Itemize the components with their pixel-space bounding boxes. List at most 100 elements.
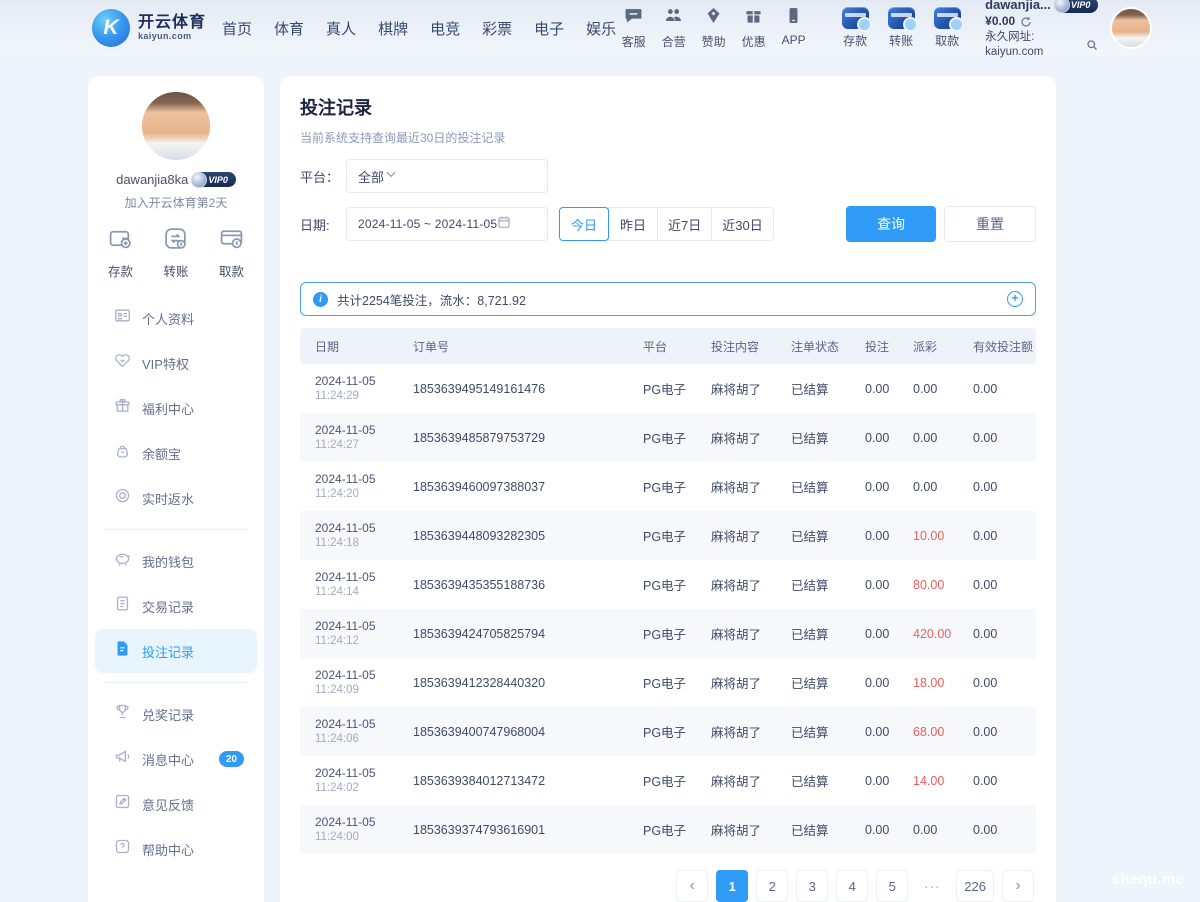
promotions-button[interactable]: 优惠	[736, 6, 771, 50]
platform-filter-row: 平台： 全部	[300, 159, 1036, 193]
prev-page-button[interactable]: ‹	[676, 870, 708, 902]
profile-avatar[interactable]	[140, 90, 212, 162]
table-row[interactable]: 2024-11-05 11:24:06 1853639400747968004 …	[300, 707, 1036, 756]
cell-status: 已结算	[783, 364, 857, 413]
nav-item[interactable]: 体育	[274, 18, 304, 39]
sidebar-item-feedback[interactable]: 意见反馈	[95, 782, 257, 826]
page-title: 投注记录	[300, 94, 1036, 120]
brand-domain: kaiyun.com	[138, 32, 206, 42]
partner-button[interactable]: 合营	[656, 6, 691, 50]
sidebar-item-yuebao[interactable]: 余额宝	[95, 431, 257, 475]
menu-divider	[104, 682, 248, 683]
cell-payout: 68.00	[905, 707, 965, 756]
transfer-button[interactable]: 转账	[883, 7, 919, 49]
cell-bet-amount: 0.00	[857, 560, 905, 609]
nav-item[interactable]: 娱乐	[586, 18, 616, 39]
cell-order-number: 1853639448093282305	[405, 511, 635, 560]
table-row[interactable]: 2024-11-05 11:24:14 1853639435355188736 …	[300, 560, 1036, 609]
sidebar-item-help[interactable]: 帮助中心	[95, 827, 257, 871]
username[interactable]: dawanjia...	[985, 0, 1051, 13]
sidebar-item-bets[interactable]: 投注记录	[95, 629, 257, 673]
cell-bet-amount: 0.00	[857, 756, 905, 805]
avatar[interactable]	[1110, 7, 1152, 49]
nav-item[interactable]: 真人	[326, 18, 356, 39]
nav-item[interactable]: 电竞	[430, 18, 460, 39]
withdraw-button[interactable]: 取款	[929, 7, 965, 49]
table-row[interactable]: 2024-11-05 11:24:12 1853639424705825794 …	[300, 609, 1036, 658]
sidebar-item-vip[interactable]: VIP特权	[95, 341, 257, 385]
sidebar-item-wallet[interactable]: 我的钱包	[95, 539, 257, 583]
cell-order-number: 1853639374793616901	[405, 805, 635, 854]
sidebar-item-profile[interactable]: 个人资料	[95, 296, 257, 340]
nav-item[interactable]: 棋牌	[378, 18, 408, 39]
quick-range-button[interactable]: 今日	[559, 207, 609, 241]
calendar-icon	[497, 215, 511, 234]
cell-bet-amount: 0.00	[857, 462, 905, 511]
next-page-button[interactable]: ›	[1002, 870, 1034, 902]
quick-range-button[interactable]: 近7日	[657, 207, 712, 241]
cell-valid-amount: 0.00	[965, 805, 1036, 854]
nav-item[interactable]: 首页	[222, 18, 252, 39]
cell-status: 已结算	[783, 805, 857, 854]
cell-payout: 18.00	[905, 658, 965, 707]
sidebar-withdraw-button[interactable]: 取款	[219, 226, 244, 280]
quick-range-button[interactable]: 昨日	[608, 207, 658, 241]
cell-order-number: 1853639435355188736	[405, 560, 635, 609]
header-quick-links: 客服 合营 赞助 优惠 APP	[616, 6, 811, 50]
sidebar-item-transactions[interactable]: 交易记录	[95, 584, 257, 628]
cell-bet-amount: 0.00	[857, 658, 905, 707]
refresh-balance-icon[interactable]	[1020, 16, 1032, 28]
table-row[interactable]: 2024-11-05 11:24:20 1853639460097388037 …	[300, 462, 1036, 511]
date-range-input[interactable]: 2024-11-05 ~ 2024-11-05	[346, 207, 548, 241]
app-download-button[interactable]: APP	[776, 6, 811, 50]
quick-range-button[interactable]: 近30日	[711, 207, 773, 241]
page-number-button[interactable]: 1	[716, 870, 748, 902]
cell-status: 已结算	[783, 658, 857, 707]
cell-bet-content: 麻将胡了	[703, 560, 783, 609]
search-icon[interactable]	[1086, 39, 1098, 51]
table-row[interactable]: 2024-11-05 11:24:27 1853639485879753729 …	[300, 413, 1036, 462]
nav-item[interactable]: 电子	[534, 18, 564, 39]
page-number-button[interactable]: 2	[756, 870, 788, 902]
page-number-button[interactable]: ···	[916, 870, 948, 902]
expand-plus-icon[interactable]: +	[1007, 291, 1023, 307]
cell-order-number: 1853639384012713472	[405, 756, 635, 805]
cell-status: 已结算	[783, 609, 857, 658]
sidebar-item-messages[interactable]: 消息中心 20	[95, 737, 257, 781]
col-valid: 有效投注额	[965, 328, 1036, 364]
cell-order-number: 1853639400747968004	[405, 707, 635, 756]
sidebar-item-prizes[interactable]: 兑奖记录	[95, 692, 257, 736]
reset-button[interactable]: 重置	[944, 206, 1036, 242]
sidebar-transfer-button[interactable]: 转账	[163, 226, 188, 280]
sidebar-deposit-button[interactable]: 存款	[108, 226, 133, 280]
chat-icon	[624, 6, 643, 30]
table-row[interactable]: 2024-11-05 11:24:29 1853639495149161476 …	[300, 364, 1036, 413]
page-number-button[interactable]: 4	[836, 870, 868, 902]
table-row[interactable]: 2024-11-05 11:24:09 1853639412328440320 …	[300, 658, 1036, 707]
table-row[interactable]: 2024-11-05 11:24:00 1853639374793616901 …	[300, 805, 1036, 854]
page-number-button[interactable]: 5	[876, 870, 908, 902]
col-order: 订单号	[405, 328, 635, 364]
sidebar-item-rebate[interactable]: 实时返水	[95, 476, 257, 520]
chevron-down-icon	[384, 167, 398, 186]
table-row[interactable]: 2024-11-05 11:24:18 1853639448093282305 …	[300, 511, 1036, 560]
search-button[interactable]: 查询	[846, 206, 936, 242]
deposit-wallet-icon	[108, 226, 133, 256]
user-info: dawanjia... VIP0 ¥0.00 永久网址: kaiyun.com	[985, 0, 1098, 59]
col-date: 日期	[300, 328, 405, 364]
page-number-button[interactable]: 226	[956, 870, 994, 902]
cell-datetime: 2024-11-05 11:24:29	[300, 364, 405, 413]
customer-service-button[interactable]: 客服	[616, 6, 651, 50]
sponsor-button[interactable]: 赞助	[696, 6, 731, 50]
cell-valid-amount: 0.00	[965, 511, 1036, 560]
table-row[interactable]: 2024-11-05 11:24:02 1853639384012713472 …	[300, 756, 1036, 805]
deposit-button[interactable]: 存款	[837, 7, 873, 49]
deposit-card-icon	[842, 7, 869, 29]
nav-item[interactable]: 彩票	[482, 18, 512, 39]
sidebar-item-welfare[interactable]: 福利中心	[95, 386, 257, 430]
transfer-card-icon	[888, 7, 915, 29]
page-number-button[interactable]: 3	[796, 870, 828, 902]
platform-select[interactable]: 全部	[346, 159, 548, 193]
brand-logo[interactable]: K 开云体育 kaiyun.com	[92, 9, 206, 47]
vip-heart-icon	[114, 352, 131, 374]
